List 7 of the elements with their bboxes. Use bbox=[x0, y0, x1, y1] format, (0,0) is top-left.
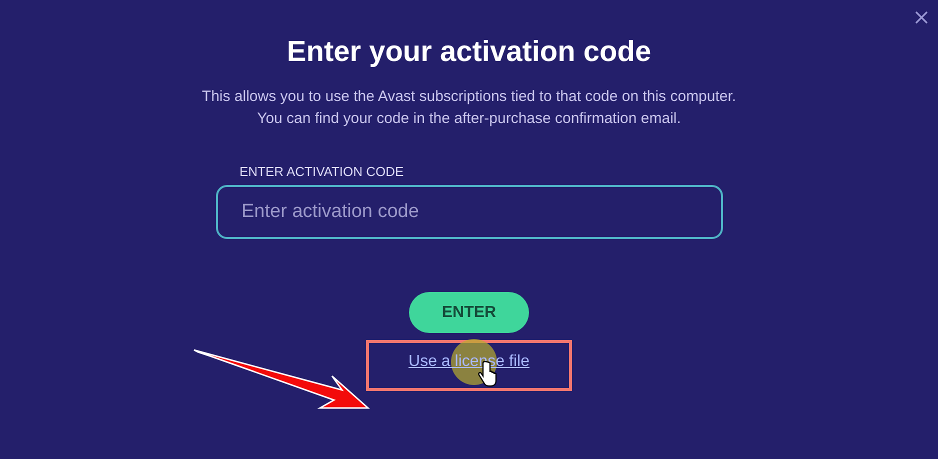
field-label: ENTER ACTIVATION CODE bbox=[240, 164, 404, 180]
activation-code-field[interactable]: Enter activation code bbox=[216, 185, 722, 239]
enter-button[interactable]: ENTER bbox=[409, 292, 529, 333]
close-icon[interactable] bbox=[915, 11, 928, 24]
dialog-title: Enter your activation code bbox=[286, 35, 652, 70]
description-text: You can find your code in the after-purchase confirmation email. bbox=[257, 109, 681, 129]
description-text: This allows you to use the Avast subscriptions tied to that code on this computer. bbox=[202, 87, 736, 107]
